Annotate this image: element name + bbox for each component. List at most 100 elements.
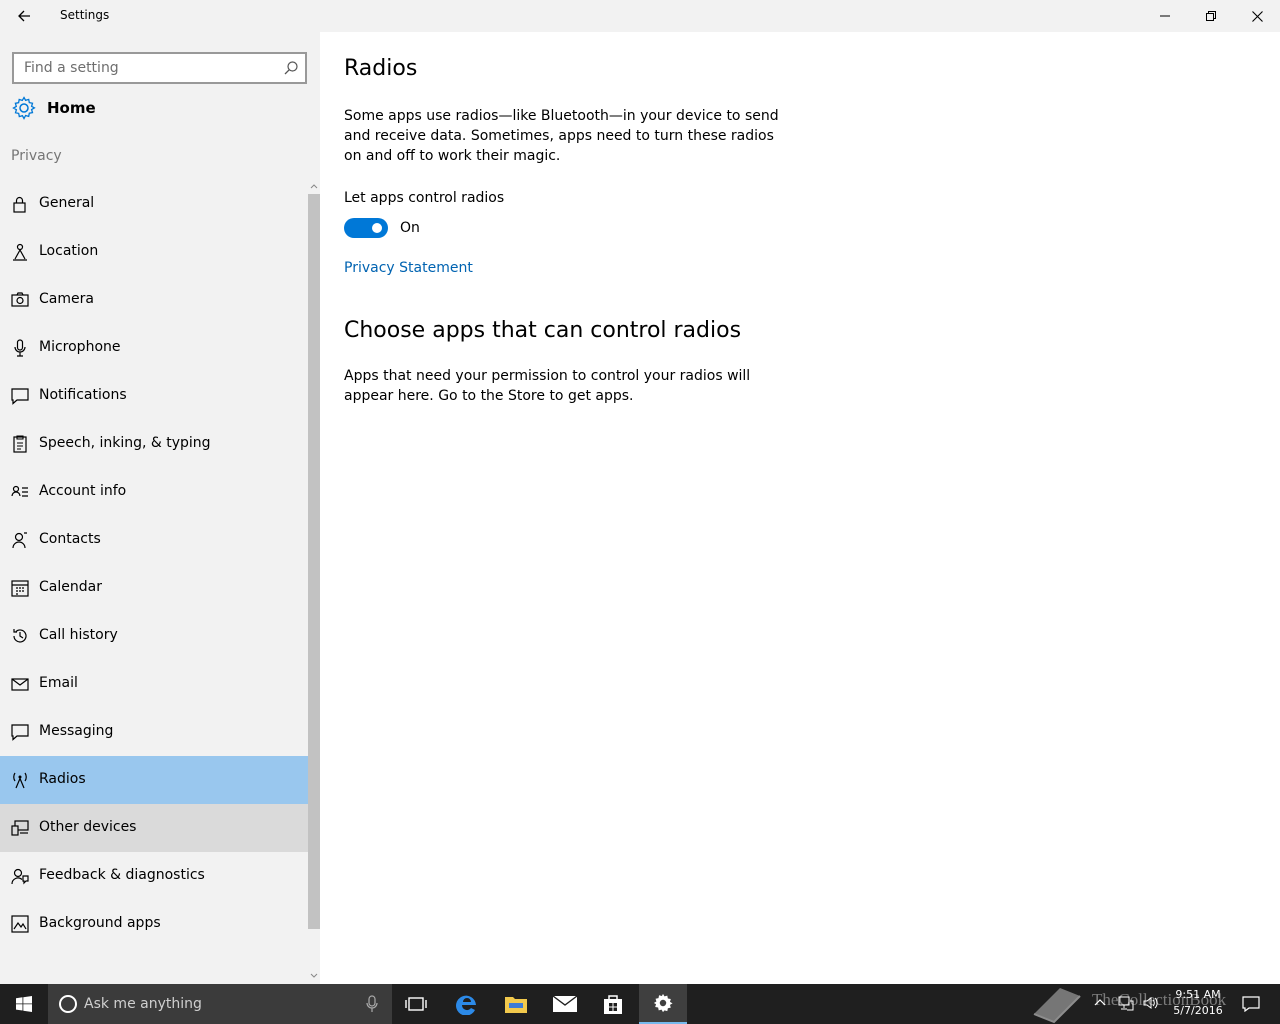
settings-taskbar-button[interactable] xyxy=(639,984,687,1024)
sidebar-item-camera[interactable]: Camera xyxy=(0,276,308,324)
edge-button[interactable] xyxy=(443,984,491,1024)
calendar-icon xyxy=(11,580,29,597)
volume-icon[interactable] xyxy=(1142,995,1160,1011)
search-box xyxy=(12,52,307,84)
devices-icon xyxy=(11,820,29,836)
sidebar-item-speech[interactable]: Speech, inking, & typing xyxy=(0,420,308,468)
clock[interactable]: 9:51 AM 5/7/2016 xyxy=(1168,987,1228,1019)
sidebar-item-microphone[interactable]: Microphone xyxy=(0,324,308,372)
privacy-nav: General Location Camera Microphone Notif… xyxy=(0,180,308,948)
back-button[interactable] xyxy=(0,0,48,32)
minimize-icon xyxy=(1160,15,1170,17)
sidebar-item-messaging[interactable]: Messaging xyxy=(0,708,308,756)
section-label: Privacy xyxy=(11,148,62,164)
sidebar-item-other-devices[interactable]: Other devices xyxy=(0,804,308,852)
mail-icon xyxy=(552,995,578,1012)
sidebar-item-notifications[interactable]: Notifications xyxy=(0,372,308,420)
privacy-statement-link[interactable]: Privacy Statement xyxy=(344,260,473,276)
settings-gear-icon xyxy=(653,993,673,1013)
sidebar-item-label: Account info xyxy=(39,483,127,499)
message-icon xyxy=(11,724,29,741)
restore-button[interactable] xyxy=(1188,0,1234,32)
store-icon xyxy=(604,995,622,1014)
windows-logo-icon xyxy=(16,996,32,1012)
sidebar-item-label: Feedback & diagnostics xyxy=(39,867,205,883)
page-title: Radios xyxy=(344,56,418,81)
sidebar-item-label: Notifications xyxy=(39,387,127,403)
start-button[interactable] xyxy=(0,984,48,1024)
action-center-button[interactable] xyxy=(1236,984,1266,1024)
task-view-icon xyxy=(405,997,427,1011)
sidebar-item-label: Messaging xyxy=(39,723,114,739)
sidebar-item-label: Camera xyxy=(39,291,94,307)
scrollbar-down-arrow[interactable] xyxy=(308,970,320,982)
sidebar-item-location[interactable]: Location xyxy=(0,228,308,276)
clock-date: 5/7/2016 xyxy=(1173,1004,1223,1017)
gear-icon xyxy=(12,96,36,120)
book-logo-icon xyxy=(1033,988,1081,1024)
background-apps-icon xyxy=(11,915,29,933)
cortana-search xyxy=(48,984,392,1024)
close-icon xyxy=(1251,10,1263,22)
file-explorer-button[interactable] xyxy=(492,984,540,1024)
sidebar-item-email[interactable]: Email xyxy=(0,660,308,708)
history-icon xyxy=(13,629,27,643)
close-button[interactable] xyxy=(1234,0,1280,32)
clipboard-icon xyxy=(13,435,27,453)
sidebar-item-label: Radios xyxy=(39,771,86,787)
search-input[interactable] xyxy=(14,54,276,82)
toggle-state-text: On xyxy=(400,220,420,236)
sidebar-item-label: General xyxy=(39,195,95,211)
sidebar-item-calendar[interactable]: Calendar xyxy=(0,564,308,612)
sidebar-item-radios[interactable]: Radios xyxy=(0,756,308,804)
taskbar-search-input[interactable] xyxy=(84,984,364,1024)
scrollbar-up-arrow[interactable] xyxy=(308,180,320,192)
edge-icon xyxy=(456,995,476,1015)
chevron-down-icon xyxy=(310,973,318,978)
sidebar-item-label: Call history xyxy=(39,627,118,643)
file-explorer-icon xyxy=(505,997,527,1013)
clock-time: 9:51 AM xyxy=(1175,988,1221,1001)
title-bar: Settings xyxy=(0,0,1280,32)
lock-icon xyxy=(13,196,26,213)
cortana-circle-icon xyxy=(59,995,77,1013)
sidebar-item-general[interactable]: General xyxy=(0,180,308,228)
location-person-icon xyxy=(13,243,27,261)
search-icon[interactable] xyxy=(281,58,301,78)
taskbar: TheCollectionBook 9:51 AM 5/7/2016 xyxy=(0,984,1280,1024)
task-view-button[interactable] xyxy=(392,984,440,1024)
scrollbar-thumb[interactable] xyxy=(308,194,320,929)
sidebar-item-label: Email xyxy=(39,675,78,691)
system-tray xyxy=(1090,984,1170,1024)
toggle-knob xyxy=(372,223,382,233)
network-icon[interactable] xyxy=(1118,995,1134,1011)
home-link[interactable]: Home xyxy=(0,92,308,126)
page-description: Some apps use radios—like Bluetooth—in y… xyxy=(344,108,779,164)
radios-toggle[interactable] xyxy=(344,218,388,238)
minimize-button[interactable] xyxy=(1142,0,1188,32)
radio-tower-icon xyxy=(13,772,27,789)
section-title: Choose apps that can control radios xyxy=(344,318,742,343)
chevron-up-icon[interactable] xyxy=(1094,997,1106,1009)
notification-icon xyxy=(11,388,29,405)
sidebar-item-label: Calendar xyxy=(39,579,102,595)
window-title: Settings xyxy=(60,8,110,22)
sidebar-item-label: Other devices xyxy=(39,819,137,835)
sidebar-item-call-history[interactable]: Call history xyxy=(0,612,308,660)
sidebar-item-feedback[interactable]: Feedback & diagnostics xyxy=(0,852,308,900)
store-button[interactable] xyxy=(589,984,637,1024)
feedback-icon xyxy=(11,868,29,885)
chevron-up-icon xyxy=(310,184,318,189)
sidebar-item-background-apps[interactable]: Background apps xyxy=(0,900,308,948)
sidebar-item-account-info[interactable]: Account info xyxy=(0,468,308,516)
home-label: Home xyxy=(47,99,96,117)
mail-button[interactable] xyxy=(541,984,589,1024)
section-description: Apps that need your permission to contro… xyxy=(344,368,751,404)
microphone-icon[interactable] xyxy=(364,994,380,1014)
restore-icon xyxy=(1206,11,1216,21)
sidebar: Home Privacy General Location Camera Mic… xyxy=(0,32,320,984)
sidebar-item-contacts[interactable]: Contacts xyxy=(0,516,308,564)
account-info-icon xyxy=(11,485,28,497)
action-center-icon xyxy=(1242,996,1260,1012)
sidebar-item-label: Location xyxy=(39,243,99,259)
